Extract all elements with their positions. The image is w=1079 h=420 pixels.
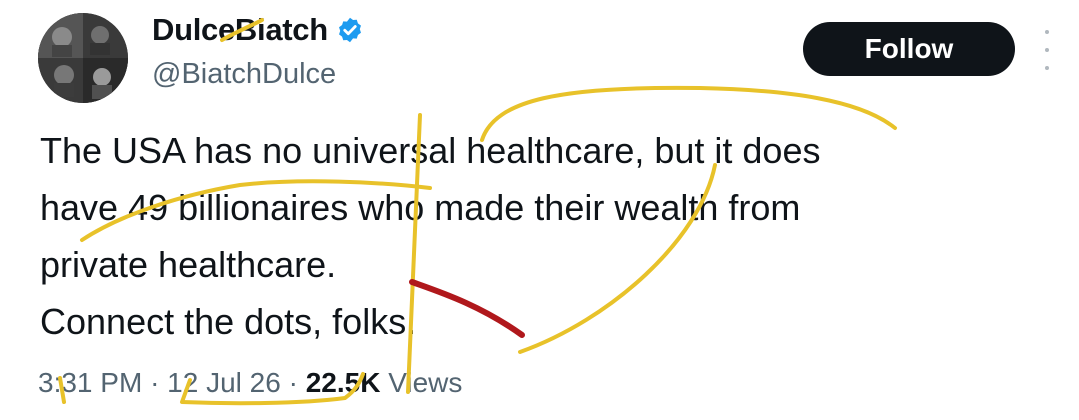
tweet-time[interactable]: 3:31 PM	[38, 367, 142, 398]
meta-separator: ·	[150, 367, 160, 398]
tweet-date[interactable]: 12 Jul 26	[167, 367, 281, 398]
tweet-text: The USA has no universal healthcare, but…	[40, 122, 1040, 350]
follow-button[interactable]: Follow	[803, 22, 1015, 76]
profile-photo-icon	[38, 13, 128, 103]
tweet-line: have 49 billionaires who made their weal…	[40, 187, 801, 228]
avatar[interactable]	[38, 13, 128, 103]
meta-separator: ·	[288, 367, 298, 398]
views-count: 22.5K	[305, 367, 381, 398]
views-label: Views	[388, 367, 463, 398]
tweet-line: private healthcare.	[40, 244, 337, 285]
verified-badge-icon	[338, 17, 361, 43]
tweet-line: The USA has no universal healthcare, but…	[40, 130, 821, 171]
tweet-meta: 3:31 PM · 12 Jul 26 · 22.5K Views	[38, 367, 462, 399]
tweet-card: DulceBiatch @BiatchDulce Follow The USA …	[0, 0, 1079, 420]
display-name[interactable]: DulceBiatch	[152, 12, 328, 48]
tweet-line: Connect the dots, folks.	[40, 301, 417, 342]
author-name-row[interactable]: DulceBiatch	[152, 10, 364, 50]
author-handle[interactable]: @BiatchDulce	[152, 58, 336, 91]
more-vertical-icon[interactable]	[1040, 30, 1054, 70]
